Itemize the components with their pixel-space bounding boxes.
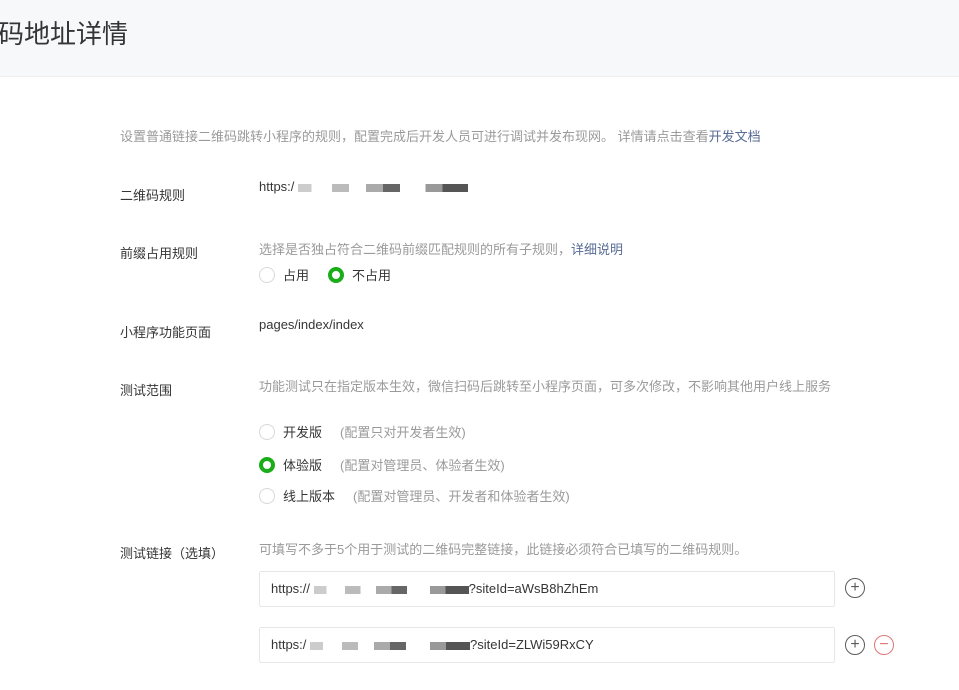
redacted-text: [298, 183, 469, 192]
radio-note: (配置只对开发者生效): [340, 425, 466, 440]
radio-release[interactable]: 线上版本 (配置对管理员、开发者和体验者生效): [259, 486, 570, 505]
radio-label: 占用: [283, 268, 310, 283]
test-links-label: 测试链接（选填）: [120, 546, 225, 561]
page-description: 设置普通链接二维码跳转小程序的规则，配置完成后开发人员可进行调试并发布现网。 详…: [120, 126, 761, 145]
plus-circle-icon[interactable]: +: [845, 635, 865, 655]
radio-note: (配置对管理员、体验者生效): [340, 458, 505, 473]
radio-icon[interactable]: [259, 266, 275, 283]
radio-dev[interactable]: 开发版 (配置只对开发者生效): [259, 422, 466, 441]
qr-rule-text: https:/: [259, 179, 295, 194]
radio-label: 线上版本: [283, 489, 336, 504]
minus-circle-icon[interactable]: −: [874, 635, 894, 655]
radio-checked-icon[interactable]: [328, 266, 344, 283]
redacted-text: [310, 641, 471, 650]
redacted-text: [313, 585, 469, 594]
qr-rule-value: https:/: [259, 179, 469, 194]
details-link[interactable]: 详细说明: [571, 242, 623, 257]
test-link-input-2[interactable]: https:/ ?siteId=ZLWi59RxCY: [259, 627, 835, 663]
page-title: 码地址详情: [0, 19, 129, 49]
radio-label: 不占用: [352, 268, 392, 283]
qr-rule-label: 二维码规则: [120, 188, 186, 203]
test-scope-tip: 功能测试只在指定版本生效，微信扫码后跳转至小程序页面，可多次修改，不影响其他用户…: [259, 379, 832, 394]
radio-icon[interactable]: [259, 487, 275, 504]
prefix-rule-label: 前缀占用规则: [120, 246, 199, 261]
link-suffix: ?siteId=aWsB8hZhEm: [468, 581, 599, 596]
radio-label: 开发版: [283, 425, 323, 440]
description-text: 设置普通链接二维码跳转小程序的规则，配置完成后开发人员可进行调试并发布现网。 详…: [120, 129, 709, 144]
page-header: 码地址详情: [0, 0, 959, 77]
page-label: 小程序功能页面: [120, 325, 212, 340]
dev-docs-link[interactable]: 开发文档: [709, 129, 761, 144]
radio-trial[interactable]: 体验版 (配置对管理员、体验者生效): [259, 455, 505, 474]
test-scope-label: 测试范围: [120, 383, 173, 398]
plus-circle-icon[interactable]: +: [845, 578, 865, 598]
link-prefix: https:/: [271, 637, 307, 652]
radio-label: 体验版: [283, 458, 323, 473]
radio-checked-icon[interactable]: [259, 456, 275, 473]
radio-occupy[interactable]: 占用: [259, 265, 309, 284]
radio-not-occupy[interactable]: 不占用: [328, 265, 391, 284]
link-prefix: https://: [271, 581, 311, 596]
radio-icon[interactable]: [259, 423, 275, 440]
prefix-rule-tip-text: 选择是否独占符合二维码前缀匹配规则的所有子规则，: [259, 242, 572, 257]
radio-note: (配置对管理员、开发者和体验者生效): [353, 489, 570, 504]
test-links-tip: 可填写不多于5个用于测试的二维码完整链接，此链接必须符合已填写的二维码规则。: [259, 542, 748, 557]
test-link-input-1[interactable]: https:// ?siteId=aWsB8hZhEm: [259, 571, 835, 607]
link-suffix: ?siteId=ZLWi59RxCY: [470, 637, 594, 652]
page-value: pages/index/index: [259, 317, 364, 332]
prefix-rule-tip: 选择是否独占符合二维码前缀匹配规则的所有子规则，详细说明: [259, 240, 839, 260]
